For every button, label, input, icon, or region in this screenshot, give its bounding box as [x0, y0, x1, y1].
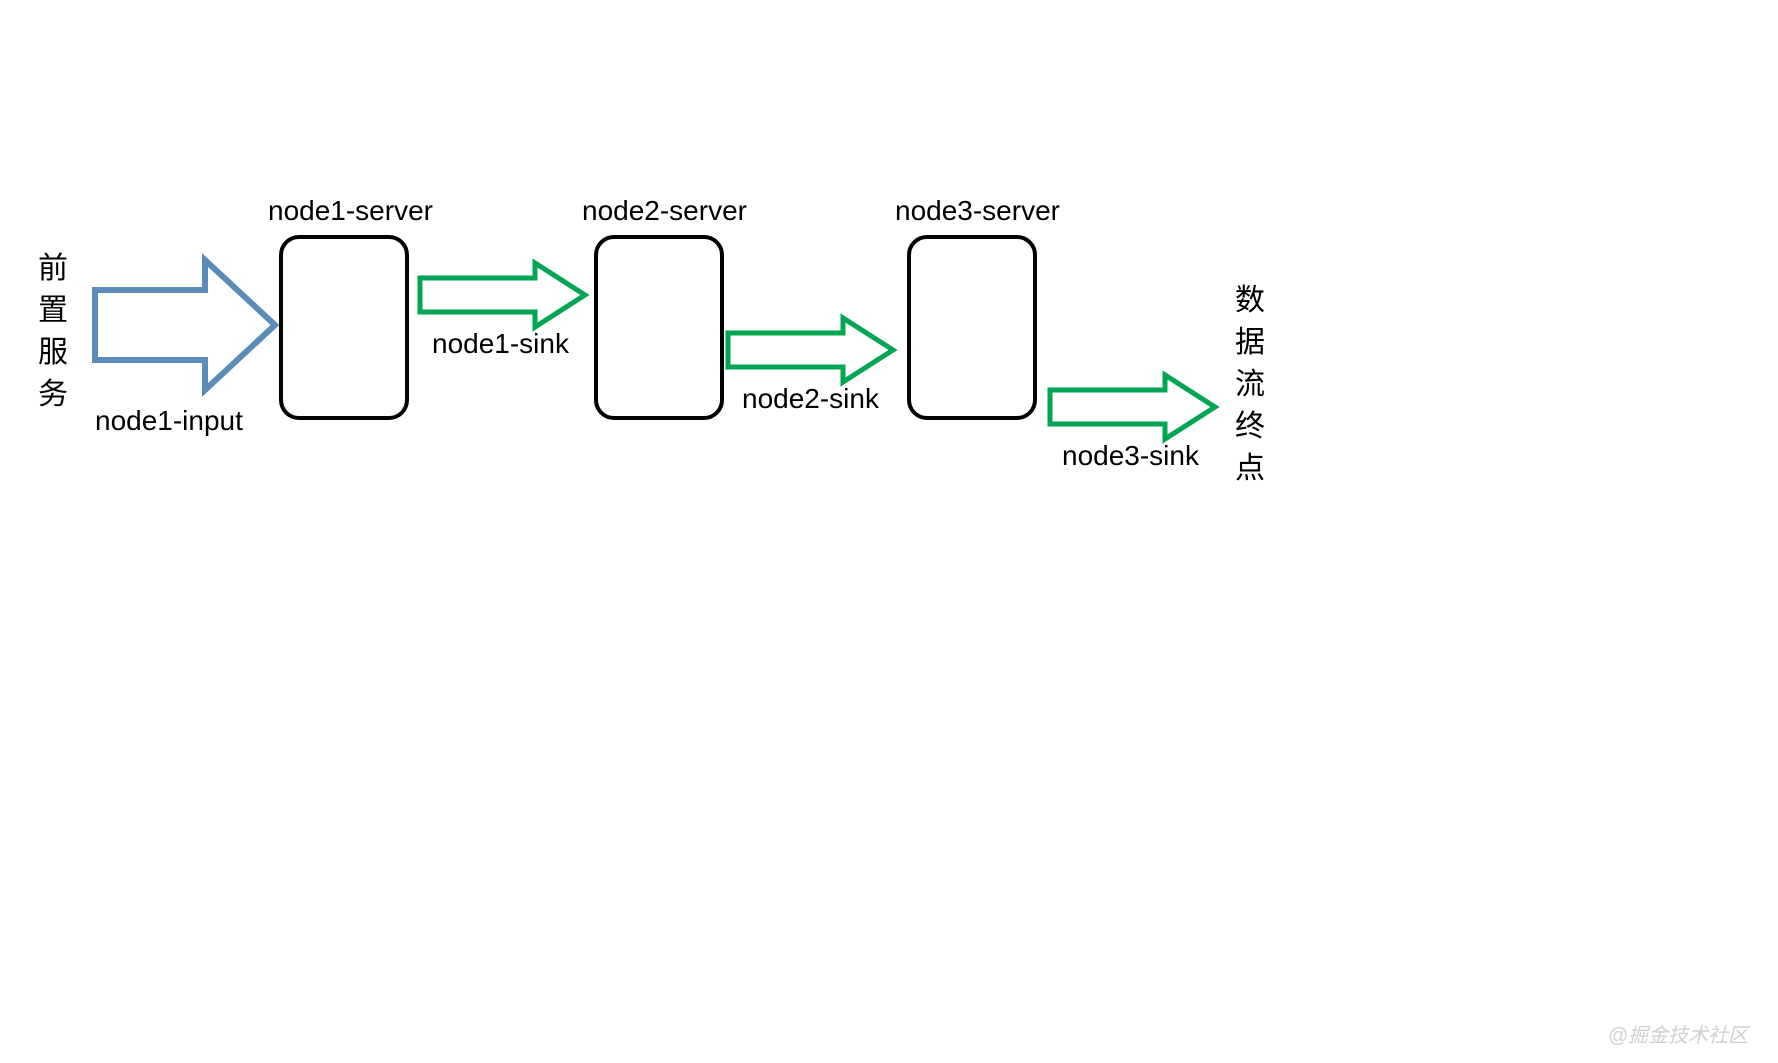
node1-box [279, 235, 409, 420]
sink3-arrow-label: node3-sink [1062, 440, 1199, 472]
sink3-arrow-icon [1050, 372, 1220, 442]
char-4: 务 [38, 374, 68, 416]
input-arrow-label: node1-input [95, 405, 243, 437]
node2-label: node2-server [582, 195, 747, 227]
flow-diagram: 前 置 服 务 node1-input node1-server node1-s… [0, 0, 1778, 1063]
sink2-arrow-label: node2-sink [742, 383, 879, 415]
source-vertical-label: 前 置 服 务 [38, 248, 68, 416]
sink2-arrow-icon [728, 315, 898, 385]
watermark-text: @掘金技术社区 [1608, 1019, 1748, 1048]
char-d4: 终 [1235, 406, 1265, 448]
sink1-arrow-icon [420, 260, 590, 330]
char-d5: 点 [1235, 448, 1265, 490]
char-d3: 流 [1235, 364, 1265, 406]
char-d2: 据 [1235, 322, 1265, 364]
char-3: 服 [38, 332, 68, 374]
input-arrow-icon [95, 255, 280, 395]
destination-vertical-label: 数 据 流 终 点 [1235, 280, 1265, 490]
node3-box [907, 235, 1037, 420]
sink1-arrow-label: node1-sink [432, 328, 569, 360]
node1-label: node1-server [268, 195, 433, 227]
node2-box [594, 235, 724, 420]
char-d1: 数 [1235, 280, 1265, 322]
char-2: 置 [38, 290, 68, 332]
node3-label: node3-server [895, 195, 1060, 227]
char-1: 前 [38, 248, 68, 290]
